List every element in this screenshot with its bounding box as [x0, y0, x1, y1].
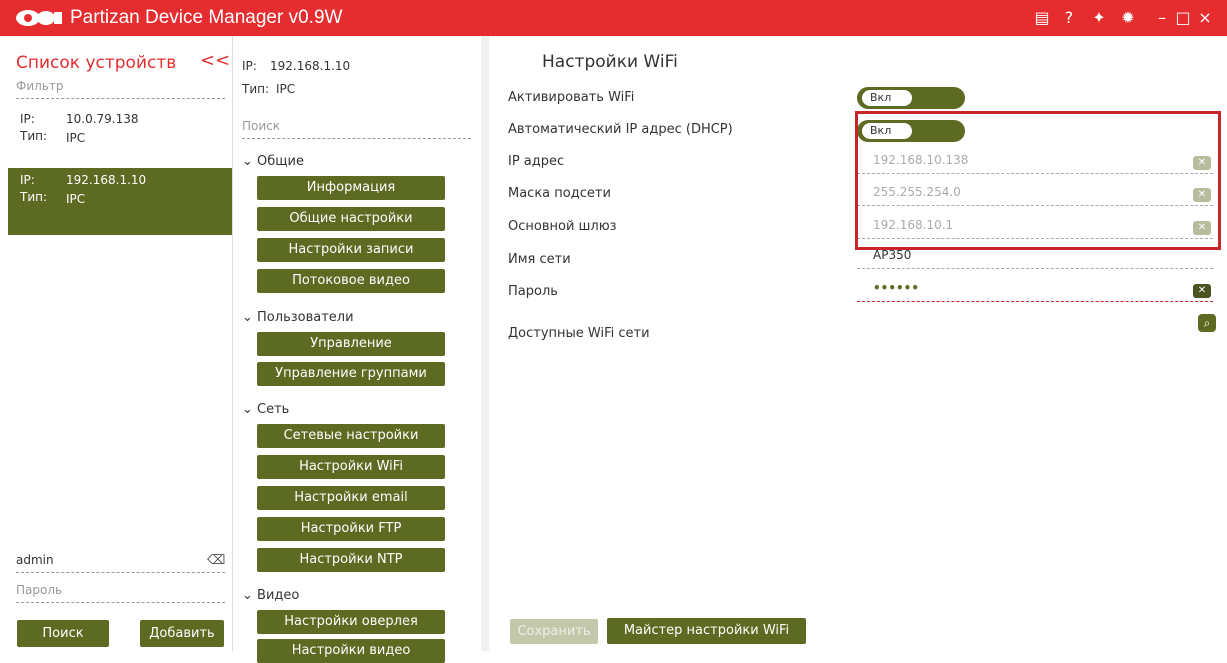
device-ip-label: IP: [20, 173, 35, 187]
scan-networks-icon[interactable]: ⌕ [1198, 314, 1216, 332]
gateway-label: Основной шлюз [508, 219, 617, 234]
password-placeholder: Пароль [16, 583, 63, 597]
info-type: IPC [276, 82, 296, 96]
dhcp-label: Автоматический IP адрес (DHCP) [508, 122, 733, 137]
ssid-label: Имя сети [508, 252, 571, 267]
settings-menu-panel: IP: 192.168.1.10 Тип: IPC Поиск ⌄ Общие … [233, 36, 490, 663]
menu-ftp-settings[interactable]: Настройки FTP [257, 517, 445, 541]
menu-stream-video[interactable]: Потоковое видео [257, 269, 445, 293]
section-network[interactable]: ⌄ Сеть [242, 402, 289, 417]
section-general[interactable]: ⌄ Общие [242, 154, 304, 169]
menu-record-settings[interactable]: Настройки записи [257, 238, 445, 262]
app-logo-icon [16, 10, 62, 26]
add-button[interactable]: Добавить [140, 620, 224, 647]
enable-wifi-label: Активировать WiFi [508, 90, 635, 105]
highlight-box [855, 111, 1221, 250]
wifi-wizard-button[interactable]: Майстер настройки WiFi [607, 618, 806, 644]
wifi-settings-panel: Настройки WiFi Активировать WiFi Вкл Авт… [490, 36, 1227, 651]
device-list-title: Список устройств [16, 53, 177, 73]
username-value: admin [16, 553, 54, 567]
maximize-icon[interactable]: □ [1171, 6, 1195, 30]
log-icon[interactable]: ▤ [1030, 6, 1054, 30]
password-label: Пароль [508, 284, 558, 299]
section-label: Пользователи [257, 310, 354, 325]
menu-wifi-settings[interactable]: Настройки WiFi [257, 455, 445, 479]
device-item[interactable]: IP: 10.0.79.138 Тип: IPC [8, 109, 232, 155]
menu-email-settings[interactable]: Настройки email [257, 486, 445, 510]
section-video[interactable]: ⌄ Видео [242, 588, 299, 603]
help-icon[interactable]: ? [1057, 6, 1081, 30]
scrollbar[interactable] [481, 36, 489, 651]
device-list-panel: Список устройств << Фильтр IP: 10.0.79.1… [0, 36, 233, 651]
title-bar: Partizan Device Manager v0.9W ▤ ? ✦ ✹ – … [0, 0, 1227, 36]
subnet-mask-label: Маска подсети [508, 186, 611, 201]
clear-icon[interactable]: ⌫ [207, 554, 225, 568]
wifi-password-field[interactable]: •••••• ✕ [857, 278, 1213, 302]
page-title: Настройки WiFi [542, 52, 678, 72]
device-type: IPC [66, 192, 86, 206]
device-ip: 192.168.1.10 [66, 173, 147, 187]
wifi-password-value: •••••• [873, 281, 920, 295]
collapse-icon[interactable]: << [200, 50, 230, 71]
gear-icon[interactable]: ✹ [1116, 6, 1140, 30]
menu-search-input[interactable]: Поиск [242, 119, 471, 139]
menu-search-placeholder: Поиск [242, 119, 281, 133]
menu-info[interactable]: Информация [257, 176, 445, 200]
info-ip-label: IP: [242, 59, 257, 73]
available-networks-label: Доступные WiFi сети [508, 326, 650, 341]
username-input[interactable]: admin ⌫ [16, 553, 225, 573]
device-ip: 10.0.79.138 [66, 112, 139, 126]
section-users[interactable]: ⌄ Пользователи [242, 310, 354, 325]
filter-placeholder: Фильтр [16, 79, 64, 93]
menu-ntp-settings[interactable]: Настройки NTP [257, 548, 445, 572]
section-label: Общие [257, 154, 304, 169]
menu-general-settings[interactable]: Общие настройки [257, 207, 445, 231]
ssid-value: AP350 [873, 248, 912, 262]
close-icon[interactable]: × [1193, 6, 1217, 30]
section-label: Видео [257, 588, 300, 603]
device-ip-label: IP: [20, 112, 35, 126]
section-label: Сеть [257, 402, 290, 417]
device-type-label: Тип: [20, 190, 48, 204]
device-item-selected[interactable]: IP: 192.168.1.10 Тип: IPC [8, 168, 232, 235]
menu-network-settings[interactable]: Сетевые настройки [257, 424, 445, 448]
search-button[interactable]: Поиск [17, 620, 109, 647]
info-ip: 192.168.1.10 [270, 59, 351, 73]
menu-user-management[interactable]: Управление пользователями [257, 332, 445, 375]
enable-wifi-toggle[interactable]: Вкл [857, 87, 965, 109]
menu-overlay-settings[interactable]: Настройки оверлея [257, 610, 445, 634]
device-type-label: Тип: [20, 129, 48, 143]
ip-address-label: IP адрес [508, 154, 565, 169]
password-input[interactable]: Пароль [16, 583, 225, 603]
info-type-label: Тип: [242, 82, 270, 96]
toggle-state: Вкл [861, 89, 913, 107]
menu-video-settings[interactable]: Настройки видео [257, 639, 445, 663]
clear-icon[interactable]: ✕ [1193, 284, 1211, 298]
save-button[interactable]: Сохранить [510, 619, 598, 644]
device-type: IPC [66, 131, 86, 145]
filter-input[interactable]: Фильтр [16, 79, 225, 99]
menu-group-management[interactable]: Управление группами [257, 362, 445, 386]
app-title: Partizan Device Manager v0.9W [70, 7, 343, 28]
wand-icon[interactable]: ✦ [1087, 6, 1111, 30]
